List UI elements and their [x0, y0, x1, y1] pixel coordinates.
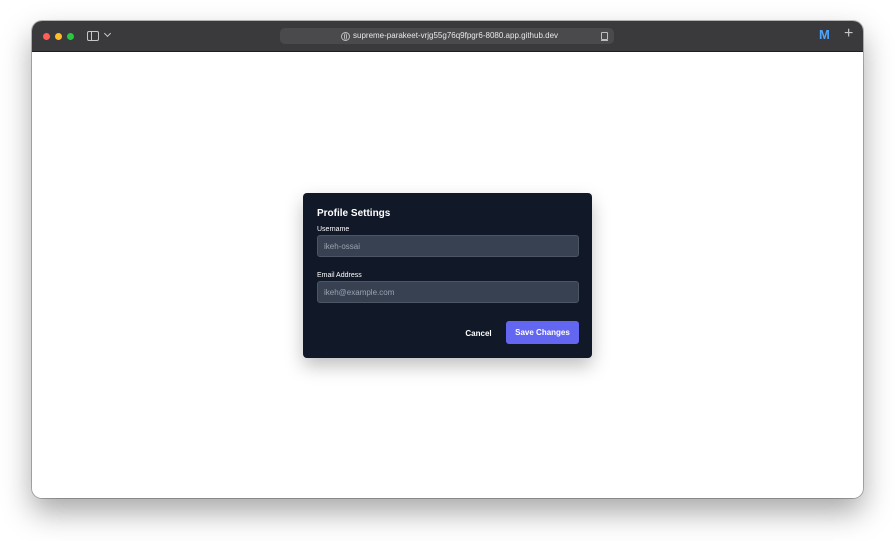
save-changes-button[interactable]: Save Changes — [506, 321, 579, 344]
browser-toolbar: supreme-parakeet-vrjg55g76q9fpgr6-8080.a… — [32, 21, 863, 52]
close-icon[interactable] — [43, 33, 50, 40]
chevron-down-icon[interactable] — [103, 29, 112, 38]
page-content: Profile Settings Username Email Address … — [32, 52, 863, 498]
address-bar[interactable]: supreme-parakeet-vrjg55g76q9fpgr6-8080.a… — [280, 28, 614, 44]
cancel-button[interactable]: Cancel — [456, 321, 501, 345]
email-label: Email Address — [317, 272, 362, 279]
globe-icon — [341, 32, 350, 41]
username-label: Username — [317, 226, 350, 233]
url-text[interactable]: supreme-parakeet-vrjg55g76q9fpgr6-8080.a… — [353, 30, 558, 42]
profile-settings-modal: Profile Settings Username Email Address … — [303, 193, 592, 358]
reader-icon[interactable] — [601, 32, 608, 41]
modal-title: Profile Settings — [317, 208, 391, 219]
extension-icon[interactable]: M — [819, 28, 830, 42]
browser-window: supreme-parakeet-vrjg55g76q9fpgr6-8080.a… — [32, 21, 863, 498]
email-input[interactable] — [317, 281, 579, 303]
zoom-icon[interactable] — [67, 33, 74, 40]
sidebar-toggle-icon[interactable] — [87, 31, 99, 41]
minimize-icon[interactable] — [55, 33, 62, 40]
new-tab-button[interactable]: + — [844, 26, 853, 42]
username-input[interactable] — [317, 235, 579, 257]
